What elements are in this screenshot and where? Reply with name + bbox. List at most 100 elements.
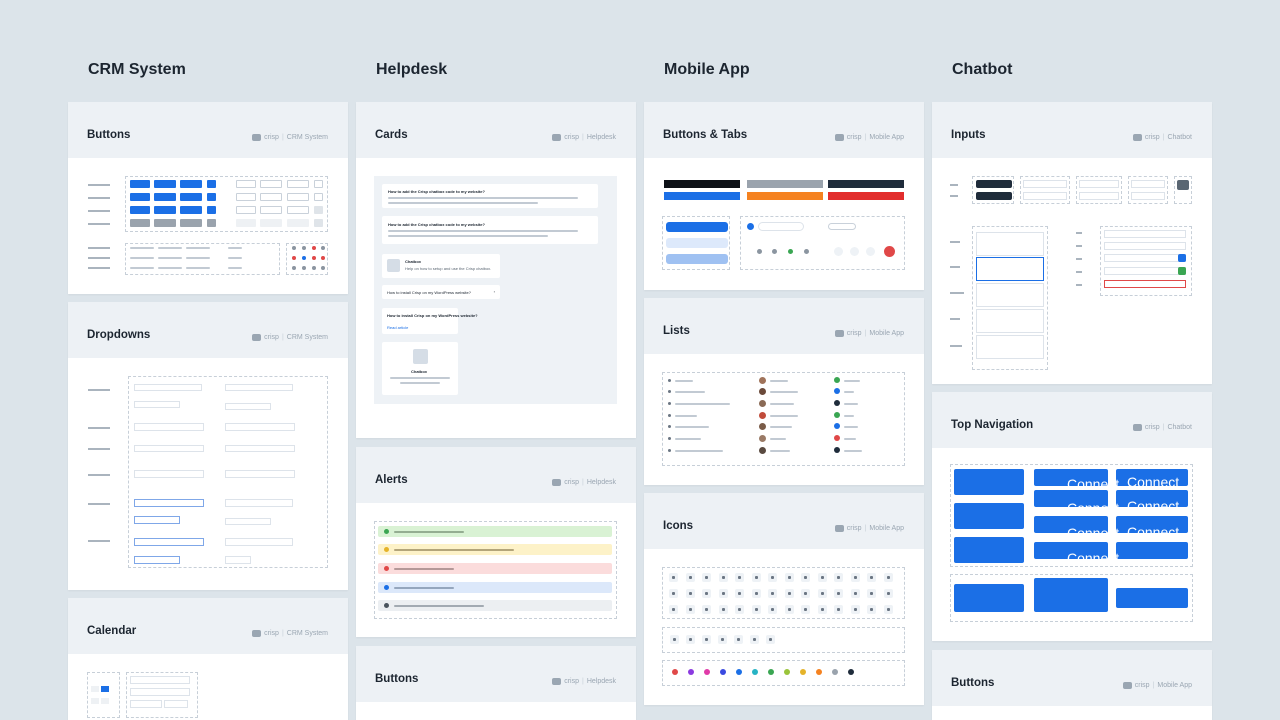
ui-icon — [867, 573, 876, 582]
ui-icon — [834, 589, 843, 598]
ui-icon — [735, 589, 744, 598]
ui-icon — [817, 605, 827, 614]
connect-label: Connect — [1067, 476, 1120, 492]
card-title: Icons — [663, 520, 694, 532]
ui-icon — [801, 573, 810, 582]
column-title-crm: CRM System — [88, 61, 186, 78]
card-crm-dropdowns[interactable]: Dropdowns crisp | CRM System — [68, 302, 348, 590]
card-crm-calendar[interactable]: Calendar crisp | CRM System — [68, 598, 348, 720]
brand-tag: crisp | Helpdesk — [552, 479, 616, 486]
alert-success — [378, 526, 612, 537]
card-helpdesk-buttons[interactable]: Buttons crisp | Helpdesk — [356, 646, 636, 720]
topnav-preview — [954, 537, 1024, 563]
topnav-preview — [954, 503, 1024, 529]
ui-icon — [784, 573, 794, 582]
crisp-logo-icon — [552, 678, 562, 685]
card-title: Top Navigation — [951, 419, 1034, 431]
faq-card[interactable]: How to add the Crisp chatbox code to my … — [382, 184, 598, 208]
alert-warning — [378, 544, 612, 555]
card-chatbot-topnav[interactable]: Top Navigation crisp | Chatbot Connect Con… — [932, 392, 1212, 641]
crisp-logo-icon — [252, 334, 262, 341]
alert-error — [378, 563, 612, 574]
brand-tag: crisp | Mobile App — [1122, 682, 1192, 689]
ui-icon — [784, 605, 794, 614]
crisp-logo-icon — [1132, 134, 1142, 141]
ui-icon — [883, 589, 893, 598]
brand-tag: crisp | CRM System — [252, 630, 328, 637]
ui-icon — [768, 605, 777, 614]
crisp-logo-icon — [834, 134, 844, 141]
faq-card[interactable]: How to add the Crisp chatbox code to my … — [382, 216, 598, 244]
crisp-logo-icon — [1122, 682, 1132, 689]
brand-tag: crisp | Chatbot — [1132, 134, 1192, 141]
ui-icon — [669, 605, 678, 614]
card-mobile-lists[interactable]: Lists crisp | Mobile App — [644, 298, 924, 485]
card-title: Lists — [663, 325, 690, 337]
ui-icon — [834, 573, 843, 582]
connect-label: Connect — [1067, 525, 1120, 541]
brand-tag: crisp | Helpdesk — [552, 678, 616, 685]
ui-icon — [702, 589, 711, 598]
card-title: Calendar — [87, 625, 137, 637]
card-mobile-buttons-tabs[interactable]: Buttons & Tabs crisp | Mobile App — [644, 102, 924, 290]
card-title: Buttons — [375, 673, 419, 685]
ui-icon — [850, 573, 860, 582]
ui-icon — [702, 605, 711, 614]
card-helpdesk-cards[interactable]: Cards crisp | Helpdesk How to add the Cris… — [356, 102, 636, 438]
ui-icon — [850, 605, 860, 614]
connect-label: Connect — [1127, 498, 1180, 514]
ui-icon — [669, 589, 678, 598]
ui-icon — [685, 573, 695, 582]
column-title-mobile-app: Mobile App — [664, 61, 750, 78]
ui-icon — [883, 605, 893, 614]
article-link[interactable]: How to install Crisp on my WordPress web… — [382, 285, 500, 299]
card-title: Buttons — [951, 677, 995, 689]
ui-icon — [817, 589, 827, 598]
card-title: Alerts — [375, 474, 408, 486]
card-title: Buttons — [87, 129, 131, 141]
crisp-logo-icon — [252, 134, 262, 141]
category-card[interactable]: Chatbox Help on how to setup and use the… — [382, 254, 500, 278]
card-title: Buttons & Tabs — [663, 129, 748, 141]
ui-icon — [735, 573, 744, 582]
topnav-preview — [954, 469, 1024, 495]
brand-tag: crisp | Mobile App — [834, 525, 904, 532]
ui-icon — [685, 589, 695, 598]
card-chatbot-buttons[interactable]: Buttons crisp | Mobile App — [932, 650, 1212, 720]
ui-icon — [718, 589, 728, 598]
category-icon — [387, 259, 400, 272]
ui-icon — [669, 573, 678, 582]
ui-icon — [735, 605, 744, 614]
card-crm-buttons[interactable]: Buttons crisp | CRM System — [68, 102, 348, 294]
brand-tag: crisp | Chatbot — [1132, 424, 1192, 431]
alert-neutral — [378, 600, 612, 611]
ui-icon — [801, 589, 810, 598]
crisp-logo-icon — [552, 479, 562, 486]
ui-icon — [751, 605, 761, 614]
card-helpdesk-alerts[interactable]: Alerts crisp | Helpdesk — [356, 447, 636, 637]
ui-icon — [817, 573, 827, 582]
connect-label: Connect — [1127, 524, 1180, 540]
column-title-helpdesk: Helpdesk — [376, 61, 448, 78]
brand-tag: crisp | Mobile App — [834, 330, 904, 337]
alert-info — [378, 582, 612, 593]
ui-icon — [834, 605, 843, 614]
crisp-logo-icon — [1132, 424, 1142, 431]
crisp-logo-icon — [834, 330, 844, 337]
card-title: Cards — [375, 129, 408, 141]
connect-label: Connect — [1067, 550, 1120, 566]
ui-icon — [702, 573, 711, 582]
category-card-large[interactable]: Chatbox — [382, 342, 458, 395]
brand-tag: crisp | Mobile App — [834, 134, 904, 141]
article-card[interactable]: How to install Crisp on my WordPress web… — [382, 308, 478, 334]
card-mobile-icons[interactable]: Icons crisp | Mobile App — [644, 493, 924, 705]
crisp-logo-icon — [552, 134, 562, 141]
card-chatbot-inputs[interactable]: Inputs crisp | Chatbot — [932, 102, 1212, 384]
ui-icon — [718, 605, 728, 614]
ui-icon — [768, 589, 777, 598]
category-icon — [413, 349, 428, 364]
ui-icon — [850, 589, 860, 598]
ui-icon — [751, 573, 761, 582]
brand-tag: crisp | CRM System — [252, 334, 328, 341]
ui-icon — [751, 589, 761, 598]
